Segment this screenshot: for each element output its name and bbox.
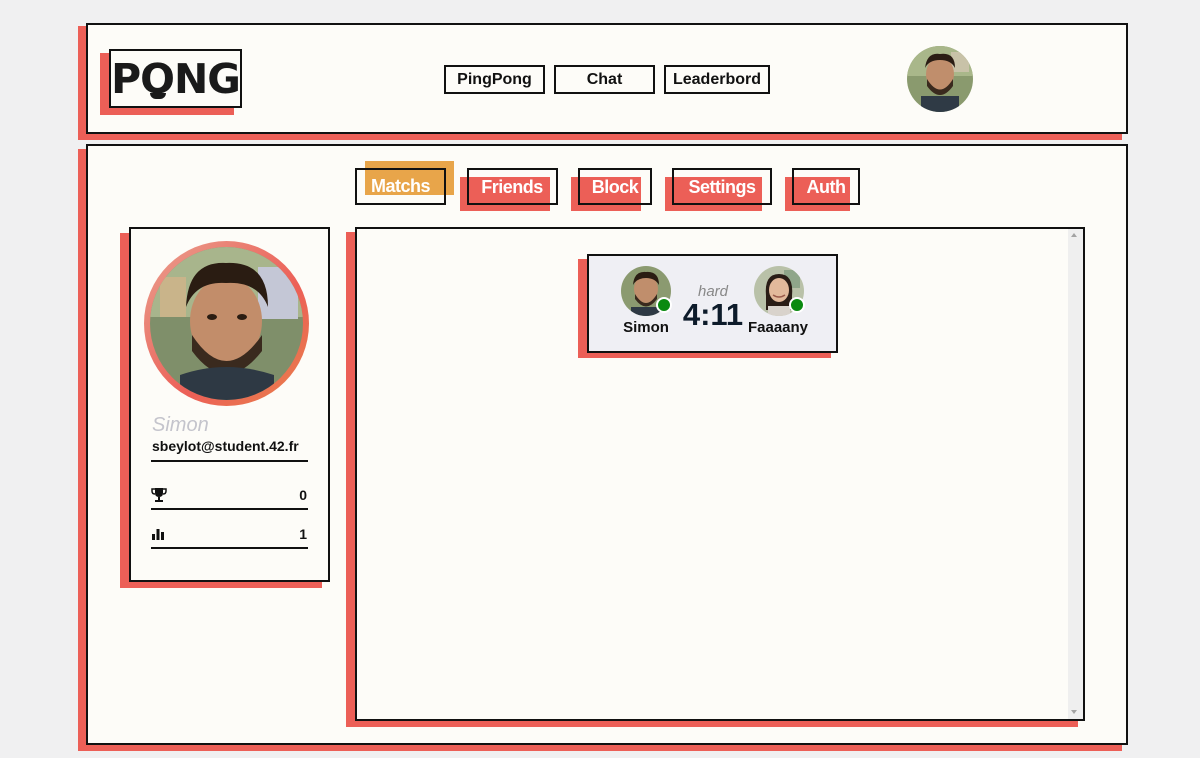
match-score: 4:11 <box>682 297 744 332</box>
nav-chat-button[interactable]: Chat <box>554 65 655 94</box>
logo-text: PONG <box>111 54 241 103</box>
tab-friends[interactable]: Friends <box>463 170 561 204</box>
player1-online-indicator <box>656 297 672 313</box>
bar-chart-icon <box>151 527 165 541</box>
logo[interactable]: PONG <box>109 49 242 108</box>
tab-auth[interactable]: Auth <box>792 170 860 204</box>
profile-email: sbeylot@student.42.fr <box>152 438 299 454</box>
player2-online-indicator <box>789 297 805 313</box>
stat-divider-2 <box>151 547 308 549</box>
profile-avatar[interactable] <box>150 247 303 400</box>
games-count: 1 <box>299 526 307 542</box>
tab-block[interactable]: Block <box>578 170 652 204</box>
trophy-icon <box>151 487 167 503</box>
nav-leaderboard-button[interactable]: Leaderbord <box>664 65 770 94</box>
trophy-count: 0 <box>299 487 307 503</box>
nav-pingpong-button[interactable]: PingPong <box>444 65 545 94</box>
tab-settings[interactable]: Settings <box>668 170 776 204</box>
header-user-avatar[interactable] <box>907 46 973 112</box>
scroll-up-arrow-icon[interactable] <box>1071 233 1077 237</box>
profile-divider <box>151 460 308 462</box>
player2-name: Faaaany <box>747 319 809 336</box>
player1-name: Simon <box>623 319 669 336</box>
profile-name: Simon <box>152 414 209 436</box>
scroll-down-arrow-icon[interactable] <box>1071 710 1077 714</box>
stat-divider-1 <box>151 508 308 510</box>
tab-matchs[interactable]: Matchs <box>355 168 446 205</box>
scrollbar-track[interactable] <box>1068 229 1083 719</box>
